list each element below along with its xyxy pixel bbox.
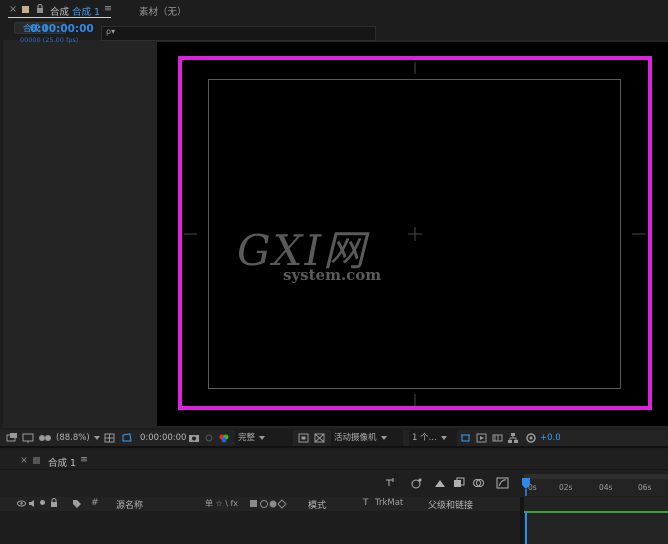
graph-editor-icon[interactable] (496, 477, 510, 489)
video-visibility-icon[interactable] (17, 499, 26, 508)
timeline-current-time[interactable]: 0:00:00:00 (30, 23, 94, 35)
playhead-line (525, 511, 527, 544)
timeline-toggle-icon[interactable] (492, 430, 504, 446)
timeline-tab-bar: × 合成 1 ≡ (0, 450, 668, 470)
watermark: GXI网 system.com (237, 230, 382, 285)
composition-panel-tab-bar: × 合成 合成 1 ≡ 素材（无） (0, 0, 668, 20)
time-ruler[interactable]: 0s 02s 04s 06s (522, 474, 668, 496)
comp-mini-flowchart-icon[interactable] (385, 477, 397, 489)
column-trkmat[interactable]: TrkMat (375, 498, 403, 508)
mask-visibility-icon[interactable] (121, 430, 133, 446)
column-switches[interactable]: 单 ☆ \ fx (205, 498, 238, 509)
close-icon[interactable]: × (9, 4, 17, 15)
track-area[interactable] (524, 511, 668, 544)
region-of-interest-icon[interactable] (298, 430, 310, 446)
column-source-name[interactable]: 源名称 (116, 498, 143, 511)
motion-blur-icon[interactable] (472, 477, 484, 489)
active-tab-underline (8, 17, 111, 18)
3d-glasses-icon[interactable] (38, 430, 52, 446)
watermark-domain-text: system.com (283, 266, 382, 284)
snapshot-camera-icon[interactable] (188, 430, 200, 446)
layer-columns-header: # 源名称 单 ☆ \ fx 模式 T TrkMat 父级和链接 (0, 497, 520, 511)
timeline-menu-icon[interactable]: ≡ (80, 454, 88, 465)
search-icon: ρ▾ (106, 27, 116, 36)
flowchart-icon[interactable] (507, 430, 519, 446)
work-area-bar[interactable] (524, 474, 668, 479)
draft-3d-icon[interactable] (409, 477, 423, 489)
ruler-label: 02s (559, 483, 573, 492)
grid-options-icon[interactable] (104, 430, 116, 446)
panel-menu-icon[interactable]: ≡ (104, 3, 112, 14)
composition-canvas[interactable]: GXI网 system.com (157, 42, 668, 426)
zoom-dropdown[interactable]: (88.8%) (56, 430, 100, 446)
view-layout-dropdown[interactable]: 1 个... (409, 430, 457, 446)
switch-icons-group[interactable] (249, 499, 293, 509)
pixel-aspect-toggle-icon[interactable] (460, 430, 472, 446)
composition-panel: × 合成 合成 1 ≡ 素材（无） 合成 1 GXI网 system.com (… (0, 0, 668, 448)
audio-icon[interactable] (28, 499, 37, 508)
layer-search-input[interactable]: ρ▾ (101, 26, 376, 41)
tab-timeline-comp[interactable]: 合成 1 (48, 455, 76, 469)
layer-list[interactable] (0, 511, 520, 544)
monitor-icon[interactable] (22, 430, 34, 446)
layer-lock-icon[interactable] (50, 498, 58, 508)
exposure-value[interactable]: +0.0 (540, 430, 561, 446)
tab-composition-prefix[interactable]: 合成 (50, 4, 69, 18)
safe-margin-guides (178, 56, 652, 410)
solo-icon[interactable] (40, 500, 45, 505)
label-tag-icon[interactable] (72, 499, 82, 509)
column-t[interactable]: T (363, 498, 369, 508)
timeline-frame-rate: 00000 (25.00 fps) (20, 36, 79, 44)
work-area-indicator (524, 511, 668, 513)
viewer-toolbar: (88.8%) 0:00:00:00 完整 活动摄像机 1 个... +0.0 (0, 430, 668, 446)
color-channels-icon[interactable] (218, 430, 230, 446)
fast-preview-icon[interactable] (476, 430, 488, 446)
tab-composition-active[interactable]: 合成 1 (72, 4, 100, 18)
ruler-label: 04s (599, 483, 613, 492)
composition-swatch-icon (22, 6, 29, 13)
column-mode[interactable]: 模式 (308, 498, 326, 511)
lock-icon[interactable] (36, 4, 44, 14)
ruler-label: 06s (638, 483, 652, 492)
always-preview-icon[interactable] (6, 430, 18, 446)
timeline-swatch-icon (33, 457, 40, 464)
timeline-close-icon[interactable]: × (20, 455, 28, 466)
shy-layers-icon[interactable] (433, 477, 447, 489)
reset-exposure-icon[interactable] (525, 430, 537, 446)
column-parent-link[interactable]: 父级和链接 (428, 498, 473, 511)
transparency-grid-icon[interactable] (314, 430, 326, 446)
track-header-area (524, 497, 668, 511)
show-snapshot-icon[interactable] (204, 430, 214, 446)
camera-view-dropdown[interactable]: 活动摄像机 (331, 430, 403, 446)
playhead-icon[interactable] (522, 478, 530, 496)
resolution-dropdown[interactable]: 完整 (235, 430, 293, 446)
column-hash: # (91, 498, 99, 508)
tab-footage[interactable]: 素材（无） (139, 4, 187, 18)
frame-blending-icon[interactable] (453, 477, 465, 489)
current-time-display[interactable]: 0:00:00:00 (140, 430, 186, 446)
